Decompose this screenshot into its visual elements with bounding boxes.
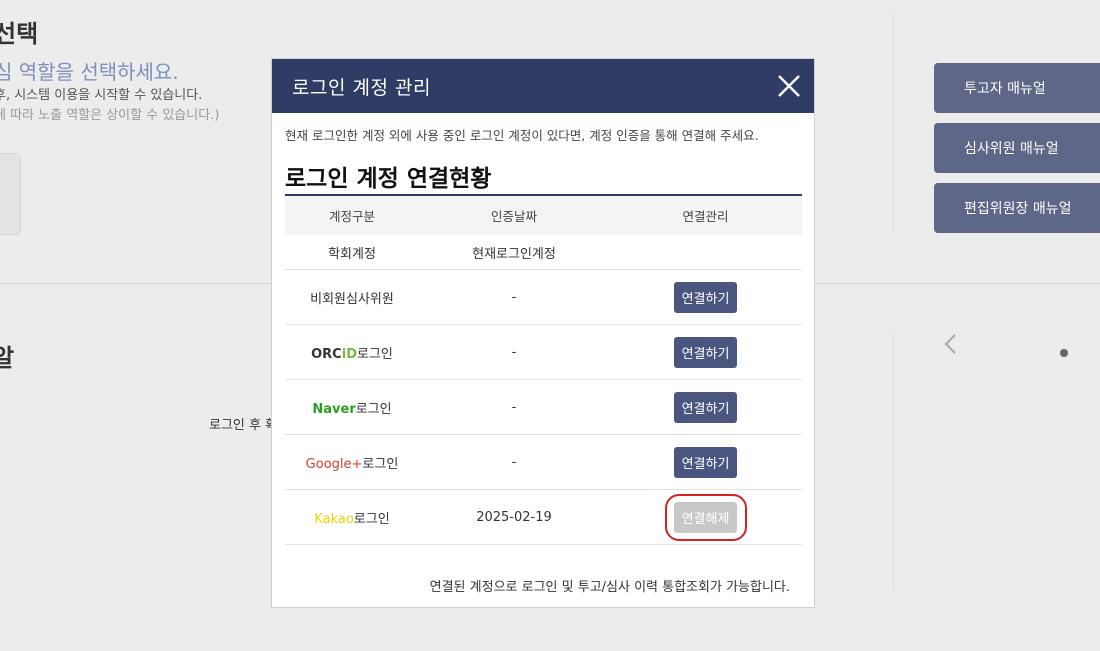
account-type: 비회원심사위원 <box>310 291 394 307</box>
column-header-auth-date: 인증날짜 <box>490 209 537 224</box>
account-type-label: 로그인 <box>356 346 393 362</box>
auth-date: - <box>511 454 517 470</box>
naver-brand: Naver <box>312 401 356 417</box>
login-account-modal: 로그인 계정 관리 현재 로그인한 계정 외에 사용 중인 로그인 계정이 있다… <box>271 58 815 608</box>
role-select-guide: 후, 시스템 이용을 시작할 수 있습니다. <box>0 88 203 103</box>
column-divider <box>893 332 894 590</box>
role-select-title: 선택 <box>0 20 39 48</box>
orcid-brand-id: iD <box>341 346 357 362</box>
login-hint-text: 로그인 후 확 <box>209 418 278 433</box>
highlight-ring: 연결해제 <box>664 493 747 541</box>
connect-button[interactable]: 연결하기 <box>674 336 737 368</box>
author-manual-button[interactable]: 투고자 매뉴얼 <box>934 63 1100 113</box>
disconnect-button[interactable]: 연결해제 <box>674 501 737 533</box>
table-row: 비회원심사위원 - 연결하기 <box>285 270 802 325</box>
account-type: 학회계정 <box>328 246 376 262</box>
auth-date: - <box>511 399 517 415</box>
role-card[interactable] <box>0 153 21 235</box>
connection-cell: 연결하기 <box>609 336 802 368</box>
connection-cell: 연결하기 <box>609 391 802 423</box>
role-select-subtitle: 심 역할을 선택하세요. <box>0 60 179 84</box>
orcid-brand: ORC <box>311 346 342 362</box>
account-type-label: 로그인 <box>353 511 390 527</box>
kakao-brand: Kakao <box>314 511 354 527</box>
account-type-label: 로그인 <box>362 456 399 472</box>
auth-date: 2025-02-19 <box>476 509 552 525</box>
chevron-left-icon[interactable] <box>942 333 960 355</box>
auth-date: - <box>511 289 517 305</box>
account-type: ORCiD로그인 <box>285 343 419 362</box>
account-type: Kakao로그인 <box>285 508 419 527</box>
connection-cell: 연결하기 <box>609 281 802 313</box>
table-row: ORCiD로그인 - 연결하기 <box>285 325 802 380</box>
auth-date: 현재로그인계정 <box>472 246 556 262</box>
table-row: 학회계정 현재로그인계정 <box>285 235 802 270</box>
carousel-indicator-dot[interactable] <box>1060 349 1068 357</box>
table-row: Kakao로그인 2025-02-19 연결해제 <box>285 490 802 545</box>
table-row: Naver로그인 - 연결하기 <box>285 380 802 435</box>
account-type: Naver로그인 <box>285 398 419 417</box>
footer-note: 연결된 계정으로 로그인 및 투고/심사 이력 통합조회가 가능합니다. <box>429 580 790 595</box>
column-header-account-type: 계정구분 <box>328 209 375 224</box>
connection-cell: 연결해제 <box>609 493 802 541</box>
close-icon[interactable] <box>776 73 802 99</box>
account-connection-table: 계정구분 인증날짜 연결관리 학회계정 현재로그인계정 비회원심사위원 - 연결… <box>285 194 802 545</box>
account-type-label: 로그인 <box>355 401 392 417</box>
column-divider <box>893 12 894 232</box>
column-header-connection: 연결관리 <box>682 209 729 224</box>
google-brand: Google+ <box>305 456 363 472</box>
editor-manual-button[interactable]: 편집위원장 매뉴얼 <box>934 183 1100 233</box>
auth-date: - <box>511 344 517 360</box>
modal-header: 로그인 계정 관리 <box>272 59 814 113</box>
table-header: 계정구분 인증날짜 연결관리 <box>285 194 802 235</box>
modal-description: 현재 로그인한 계정 외에 사용 중인 로그인 계정이 있다면, 계정 인증을 … <box>285 128 759 143</box>
role-select-note: 에 따라 노출 역할은 상이할 수 있습니다.) <box>0 108 220 123</box>
table-row: Google+로그인 - 연결하기 <box>285 435 802 490</box>
modal-title: 로그인 계정 관리 <box>292 76 431 99</box>
connection-cell: 연결하기 <box>609 446 802 478</box>
reviewer-manual-button[interactable]: 심사위원 매뉴얼 <box>934 123 1100 173</box>
account-type: Google+로그인 <box>285 453 419 472</box>
connect-button[interactable]: 연결하기 <box>674 391 737 423</box>
connect-button[interactable]: 연결하기 <box>674 281 737 313</box>
notice-section-title: 알 <box>0 344 15 372</box>
connection-status-title: 로그인 계정 연결현황 <box>285 166 492 192</box>
connect-button[interactable]: 연결하기 <box>674 446 737 478</box>
